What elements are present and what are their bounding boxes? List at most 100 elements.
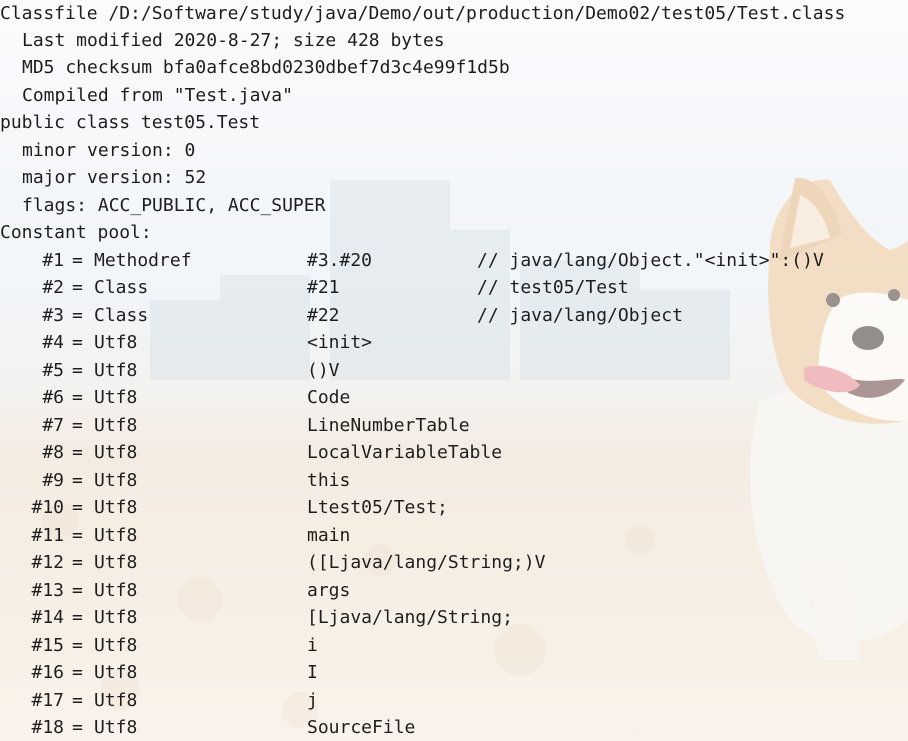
cp-index: #13: [31, 580, 64, 601]
cp-equals: =: [72, 717, 83, 738]
cp-value: I: [307, 662, 318, 683]
cp-equals: =: [72, 580, 83, 601]
cp-index: #4: [42, 332, 64, 353]
cp-type: Utf8: [94, 552, 138, 573]
cp-index: #8: [42, 442, 64, 463]
cp-value: #22: [307, 305, 340, 326]
constant-pool-row: #1 = Methodref #3.#20 // java/lang/Objec…: [0, 247, 908, 274]
cp-value: #21: [307, 277, 340, 298]
cp-equals: =: [72, 635, 83, 656]
cp-type: Utf8: [94, 332, 138, 353]
cp-type: Utf8: [94, 525, 138, 546]
cp-type: Utf8: [94, 387, 138, 408]
cp-type: Utf8: [94, 415, 138, 436]
constant-pool-row: #10 = Utf8 Ltest05/Test;: [0, 494, 908, 521]
constant-pool-row: #4 = Utf8 <init>: [0, 329, 908, 356]
constant-pool-row: #9 = Utf8 this: [0, 467, 908, 494]
cp-value: args: [307, 580, 351, 601]
cp-equals: =: [72, 497, 83, 518]
cp-equals: =: [72, 525, 83, 546]
cp-value: [Ljava/lang/String;: [307, 607, 513, 628]
constant-pool-row: #3 = Class #22 // java/lang/Object: [0, 302, 908, 329]
cp-index: #15: [31, 635, 64, 656]
cp-index: #16: [31, 662, 64, 683]
cp-value: #3.#20: [307, 250, 373, 271]
cp-equals: =: [72, 387, 83, 408]
constant-pool-row: #16 = Utf8 I: [0, 659, 908, 686]
cp-index: #12: [31, 552, 64, 573]
cp-equals: =: [72, 360, 83, 381]
cp-value: <init>: [307, 332, 373, 353]
cp-value: ([Ljava/lang/String;)V: [307, 552, 546, 573]
javap-output: Classfile /D:/Software/study/java/Demo/o…: [0, 0, 908, 741]
cp-type: Class: [94, 277, 149, 298]
cp-equals: =: [72, 277, 83, 298]
cp-index: #11: [31, 525, 64, 546]
cp-value: SourceFile: [307, 717, 416, 738]
constant-pool-row: #14 = Utf8 [Ljava/lang/String;: [0, 604, 908, 631]
cp-value: i: [307, 635, 318, 656]
cp-type: Methodref: [94, 250, 192, 271]
constant-pool-row: #18 = Utf8 SourceFile: [0, 714, 908, 741]
classfile-line: Classfile /D:/Software/study/java/Demo/o…: [0, 3, 846, 24]
cp-index: #1: [42, 250, 64, 271]
cp-equals: =: [72, 662, 83, 683]
cp-type: Utf8: [94, 662, 138, 683]
cp-equals: =: [72, 552, 83, 573]
cp-type: Utf8: [94, 635, 138, 656]
cp-type: Utf8: [94, 717, 138, 738]
constant-pool-row: #6 = Utf8 Code: [0, 384, 908, 411]
constant-pool-row: #8 = Utf8 LocalVariableTable: [0, 439, 908, 466]
constant-pool-row: #2 = Class #21 // test05/Test: [0, 274, 908, 301]
cp-index: #18: [31, 717, 64, 738]
cp-comment: // java/lang/Object: [477, 305, 683, 326]
constant-pool-row: #13 = Utf8 args: [0, 577, 908, 604]
cp-value: ()V: [307, 360, 340, 381]
cp-value: this: [307, 470, 351, 491]
cp-index: #14: [31, 607, 64, 628]
cp-value: j: [307, 690, 318, 711]
constant-pool-row: #12 = Utf8 ([Ljava/lang/String;)V: [0, 549, 908, 576]
cp-equals: =: [72, 305, 83, 326]
last-modified-line: Last modified 2020-8-27; size 428 bytes: [22, 30, 445, 51]
constant-pool-row: #7 = Utf8 LineNumberTable: [0, 412, 908, 439]
cp-equals: =: [72, 332, 83, 353]
cp-equals: =: [72, 690, 83, 711]
compiled-from-line: Compiled from "Test.java": [22, 85, 293, 106]
constant-pool-row: #5 = Utf8 ()V: [0, 357, 908, 384]
cp-index: #7: [42, 415, 64, 436]
cp-index: #3: [42, 305, 64, 326]
cp-equals: =: [72, 250, 83, 271]
cp-equals: =: [72, 607, 83, 628]
flags-line: flags: ACC_PUBLIC, ACC_SUPER: [22, 195, 326, 216]
constant-pool-row: #11 = Utf8 main: [0, 522, 908, 549]
cp-type: Utf8: [94, 470, 138, 491]
major-version-line: major version: 52: [22, 167, 207, 188]
cp-index: #17: [31, 690, 64, 711]
constant-pool-row: #17 = Utf8 j: [0, 687, 908, 714]
cp-value: LineNumberTable: [307, 415, 470, 436]
cp-value: Code: [307, 387, 351, 408]
minor-version-line: minor version: 0: [22, 140, 196, 161]
cp-equals: =: [72, 470, 83, 491]
cp-value: LocalVariableTable: [307, 442, 503, 463]
cp-type: Utf8: [94, 690, 138, 711]
cp-value: Ltest05/Test;: [307, 497, 448, 518]
cp-type: Utf8: [94, 442, 138, 463]
cp-type: Utf8: [94, 607, 138, 628]
class-declaration: public class test05.Test: [0, 112, 261, 133]
cp-value: main: [307, 525, 351, 546]
cp-type: Utf8: [94, 497, 138, 518]
cp-index: #5: [42, 360, 64, 381]
cp-index: #6: [42, 387, 64, 408]
cp-index: #10: [31, 497, 64, 518]
cp-type: Utf8: [94, 580, 138, 601]
constant-pool-label: Constant pool:: [0, 222, 152, 243]
md5-line: MD5 checksum bfa0afce8bd0230dbef7d3c4e99…: [22, 57, 510, 78]
cp-index: #9: [42, 470, 64, 491]
constant-pool-row: #15 = Utf8 i: [0, 632, 908, 659]
cp-index: #2: [42, 277, 64, 298]
cp-type: Utf8: [94, 360, 138, 381]
cp-comment: // java/lang/Object."<init>":()V: [477, 250, 824, 271]
cp-equals: =: [72, 442, 83, 463]
